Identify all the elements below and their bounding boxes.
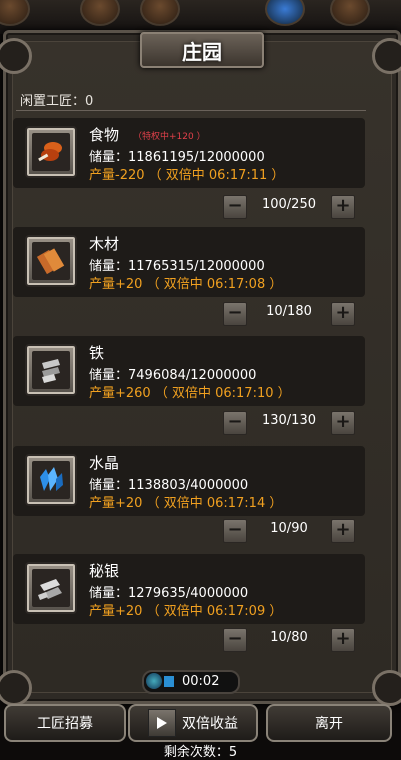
hud-icon[interactable] xyxy=(80,0,120,26)
resource-storage: 储量：1279635/4000000 xyxy=(89,586,249,601)
frame-ornament xyxy=(372,670,401,706)
craftsman-stepper-iron: − 130/130 + xyxy=(223,411,355,435)
craftsman-stepper-food: − 100/250 + xyxy=(223,195,355,219)
craftsman-stepper-crystal: − 10/90 + xyxy=(223,519,355,543)
clock-icon xyxy=(146,673,162,689)
idle-craftsmen-label: 闲置工匠：0 xyxy=(20,94,94,109)
resource-production: 产量+20 （ 双倍中 06:17:09 ） xyxy=(89,604,283,619)
craftsman-count: 10/90 xyxy=(270,521,308,536)
divider xyxy=(16,110,366,111)
resource-row-iron: 铁 储量：7496084/12000000 产量+260 （ 双倍中 06:17… xyxy=(13,336,365,406)
wood-planks-icon xyxy=(25,235,77,287)
minus-button[interactable]: − xyxy=(223,411,247,435)
craftsman-count: 10/180 xyxy=(266,304,312,319)
mithril-icon xyxy=(25,562,77,614)
timer-text: 00:02 xyxy=(182,674,220,689)
leave-button-label: 离开 xyxy=(315,716,343,732)
recruit-button-label: 工匠招募 xyxy=(37,716,93,732)
leave-button[interactable]: 离开 xyxy=(266,704,392,742)
minus-button[interactable]: − xyxy=(223,628,247,652)
resource-production: 产量-220 （ 双倍中 06:17:11 ） xyxy=(89,168,285,183)
plus-button[interactable]: + xyxy=(331,411,355,435)
resource-row-food: 食物 （特权中+120 ） 储量：11861195/12000000 产量-22… xyxy=(13,118,365,188)
minus-button[interactable]: − xyxy=(223,519,247,543)
hud-icon[interactable] xyxy=(140,0,180,26)
resource-name: 水晶 xyxy=(89,454,120,472)
resource-storage: 储量：11861195/12000000 xyxy=(89,150,265,165)
frame-ornament xyxy=(372,38,401,74)
food-meat-icon xyxy=(25,126,77,178)
resource-row-wood: 木材 储量：11765315/12000000 产量+20 （ 双倍中 06:1… xyxy=(13,227,365,297)
plus-button[interactable]: + xyxy=(331,628,355,652)
minus-button[interactable]: − xyxy=(223,302,247,326)
page-title: 庄园 xyxy=(140,32,264,68)
timer-progress xyxy=(164,676,174,687)
double-income-button[interactable]: 双倍收益 xyxy=(128,704,258,742)
craftsman-count: 100/250 xyxy=(261,197,316,212)
hud-icon[interactable] xyxy=(265,0,305,26)
minus-button[interactable]: − xyxy=(223,195,247,219)
resource-production: 产量+20 （ 双倍中 06:17:08 ） xyxy=(89,277,283,292)
resource-production: 产量+260 （ 双倍中 06:17:10 ） xyxy=(89,386,291,401)
plus-button[interactable]: + xyxy=(331,519,355,543)
resource-storage: 储量：11765315/12000000 xyxy=(89,259,265,274)
top-status-bar xyxy=(0,0,401,34)
play-icon xyxy=(148,709,176,737)
resource-row-mithril: 秘银 储量：1279635/4000000 产量+20 （ 双倍中 06:17:… xyxy=(13,554,365,624)
plus-button[interactable]: + xyxy=(331,302,355,326)
craftsman-stepper-wood: − 10/180 + xyxy=(223,302,355,326)
hud-icon[interactable] xyxy=(330,0,370,26)
craftsman-count: 10/80 xyxy=(270,630,308,645)
remaining-count: 剩余次数：5 xyxy=(163,745,238,760)
resource-storage: 储量：7496084/12000000 xyxy=(89,368,257,383)
resource-name: 铁 xyxy=(89,344,105,362)
resource-name: 食物 xyxy=(89,126,120,144)
crystal-icon xyxy=(25,454,77,506)
resource-production: 产量+20 （ 双倍中 06:17:14 ） xyxy=(89,496,283,511)
avatar-icon[interactable] xyxy=(0,0,30,26)
resource-row-crystal: 水晶 储量：1138803/4000000 产量+20 （ 双倍中 06:17:… xyxy=(13,446,365,516)
double-timer: 00:02 xyxy=(142,670,240,694)
double-income-label: 双倍收益 xyxy=(182,716,238,732)
privilege-badge: （特权中+120 ） xyxy=(133,132,206,142)
craftsman-stepper-mithril: − 10/80 + xyxy=(223,628,355,652)
resource-storage: 储量：1138803/4000000 xyxy=(89,478,249,493)
resource-name: 木材 xyxy=(89,235,120,253)
resource-name: 秘银 xyxy=(89,562,120,580)
iron-ingot-icon xyxy=(25,344,77,396)
craftsman-count: 130/130 xyxy=(261,413,316,428)
recruit-button[interactable]: 工匠招募 xyxy=(4,704,126,742)
plus-button[interactable]: + xyxy=(331,195,355,219)
